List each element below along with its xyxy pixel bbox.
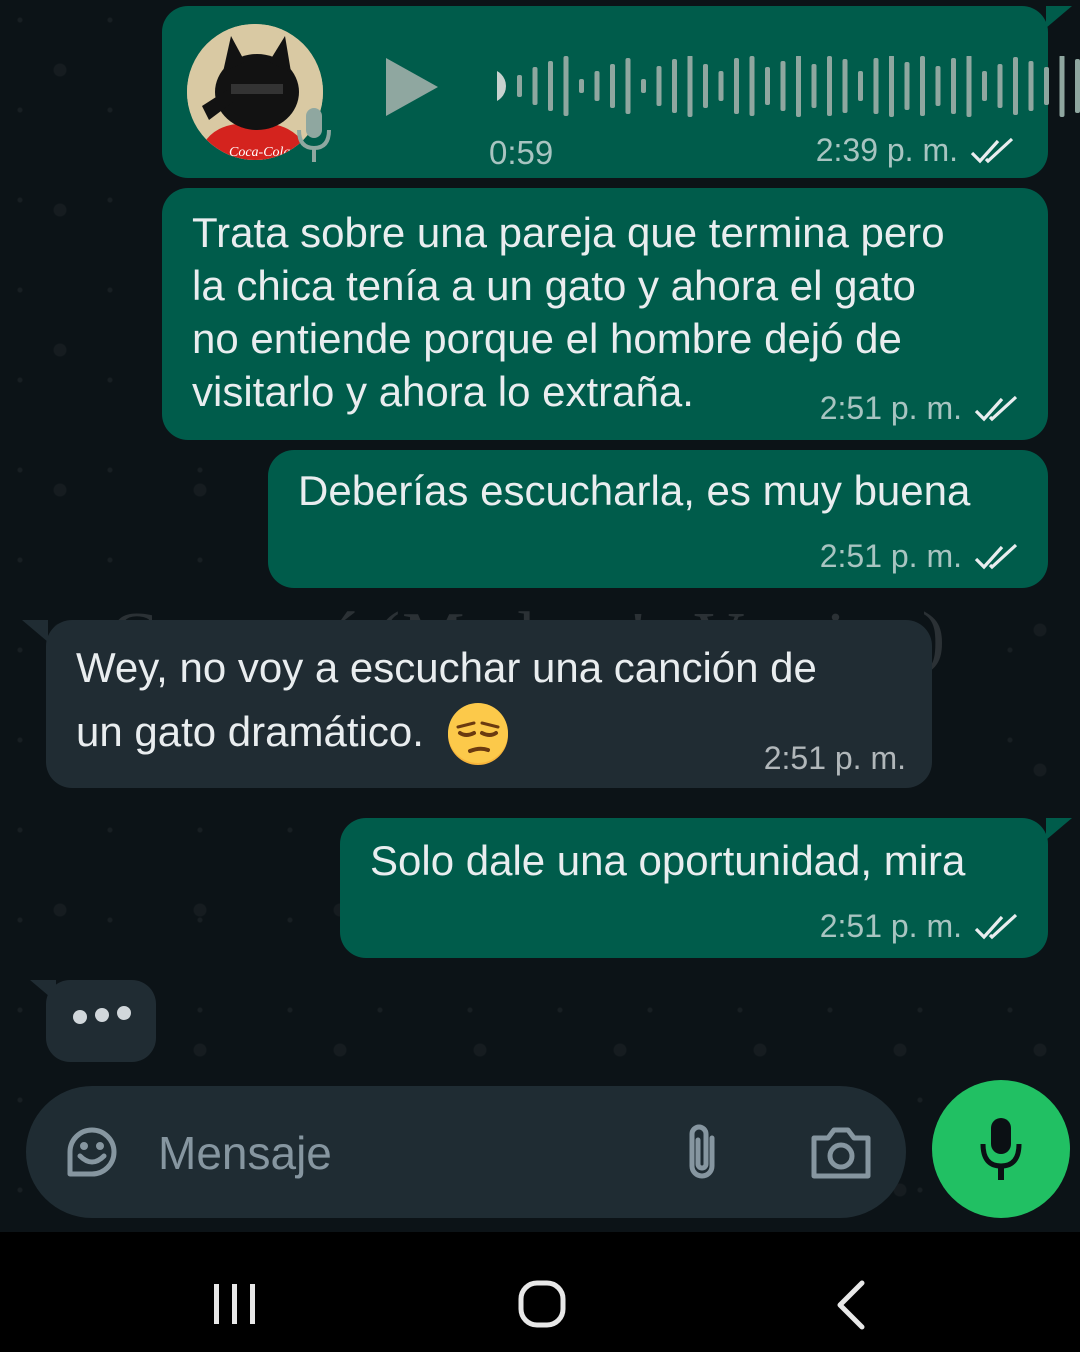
message-text: Trata sobre una pareja que termina pero … xyxy=(192,206,945,418)
voice-note-duration: 0:59 xyxy=(489,134,554,171)
waveform-bar xyxy=(904,62,910,110)
bubble-tail xyxy=(1046,6,1072,28)
waveform-bar xyxy=(1028,61,1034,111)
chat-background: Carmesí (Madero's Version) Coca-Cola xyxy=(0,0,1080,1232)
message-meta: 2:51 p. m. xyxy=(820,908,1020,945)
back-icon[interactable] xyxy=(834,1280,868,1330)
waveform-bar xyxy=(734,58,739,114)
message-time: 2:51 p. m. xyxy=(819,538,962,574)
waveform-bar xyxy=(1059,56,1065,117)
waveform-bar xyxy=(873,58,879,114)
message-text: Deberías escucharla, es muy buena xyxy=(298,467,971,514)
waveform-bar xyxy=(672,59,677,113)
waveform-bar xyxy=(718,71,724,101)
message-line: Trata sobre una pareja que termina pero xyxy=(192,209,945,256)
message-line: Wey, no voy a escuchar una canción de xyxy=(76,644,817,691)
sticker-icon[interactable] xyxy=(62,1122,122,1182)
text-message[interactable]: Trata sobre una pareja que termina pero … xyxy=(162,188,1048,440)
waveform-bar xyxy=(1013,57,1018,115)
waveform-bar xyxy=(889,56,894,117)
record-voice-button[interactable] xyxy=(932,1080,1070,1218)
camera-icon[interactable] xyxy=(808,1124,874,1180)
waveform-bar xyxy=(1075,59,1080,113)
play-icon[interactable] xyxy=(384,56,440,118)
waveform-bar xyxy=(548,61,553,111)
bubble-tail xyxy=(22,620,48,642)
text-message[interactable]: Deberías escucharla, es muy buena 2:51 p… xyxy=(268,450,1048,588)
message-meta: 2:51 p. m. xyxy=(820,538,1020,575)
waveform-bar xyxy=(935,66,941,106)
message-text: Solo dale una oportunidad, mira xyxy=(370,837,966,884)
home-icon[interactable] xyxy=(518,1280,566,1328)
waveform-bar xyxy=(966,56,972,117)
message-text: Wey, no voy a escuchar una canción de un… xyxy=(76,636,817,767)
bubble-tail xyxy=(30,980,56,1002)
message-line: la chica tenía a un gato y ahora el gato xyxy=(192,262,916,309)
system-navigation-bar xyxy=(0,1232,1080,1352)
message-line-with-emoji: un gato dramático. xyxy=(76,700,817,767)
waveform-bar xyxy=(780,61,786,111)
waveform-bar xyxy=(579,79,584,93)
waveform-bar xyxy=(997,64,1003,108)
incoming-text-message[interactable]: Wey, no voy a escuchar una canción de un… xyxy=(46,620,932,788)
message-meta: 2:51 p. m. xyxy=(820,390,1020,427)
double-check-icon xyxy=(974,395,1020,423)
message-time: 2:51 p. m. xyxy=(763,740,906,776)
message-time: 2:39 p. m. xyxy=(815,132,958,168)
message-time: 2:51 p. m. xyxy=(819,908,962,944)
waveform-bar xyxy=(982,71,987,101)
voice-waveform[interactable] xyxy=(497,56,1080,136)
microphone-icon xyxy=(297,108,331,162)
waveform-bar xyxy=(1044,67,1049,105)
waveform-bar xyxy=(563,56,569,116)
waveform-bar xyxy=(749,56,755,116)
waveform-bar xyxy=(811,64,817,108)
waveform-bar xyxy=(765,67,770,105)
message-input[interactable]: Mensaje xyxy=(158,1126,332,1180)
voice-note-message[interactable]: Coca-Cola 0:59 2:39 p. m. xyxy=(162,6,1080,178)
waveform-bar xyxy=(796,56,801,117)
waveform-bar xyxy=(951,58,956,114)
microphone-icon xyxy=(980,1118,1022,1180)
double-check-icon xyxy=(974,913,1020,941)
waveform-bar xyxy=(610,64,615,108)
waveform-bar xyxy=(594,71,600,101)
typing-dots-icon xyxy=(73,1006,131,1024)
waveform-bar xyxy=(703,64,708,108)
double-check-icon xyxy=(974,543,1020,571)
waveform-bar xyxy=(641,79,646,93)
message-composer[interactable]: Mensaje xyxy=(26,1086,906,1218)
waveform-bar xyxy=(827,56,832,116)
typing-indicator xyxy=(46,980,156,1062)
text-message[interactable]: Solo dale una oportunidad, mira 2:51 p. … xyxy=(340,818,1048,958)
unamused-face-emoji xyxy=(446,702,510,767)
message-line: un gato dramático. xyxy=(76,708,424,755)
message-time: 2:51 p. m. xyxy=(819,390,962,426)
waveform-bar xyxy=(517,75,522,97)
svg-text:Coca-Cola: Coca-Cola xyxy=(229,145,290,160)
waveform-bar xyxy=(858,71,863,101)
paperclip-icon[interactable] xyxy=(680,1120,724,1184)
waveform-bar xyxy=(532,67,538,105)
waveform-bar xyxy=(687,56,693,117)
double-check-icon xyxy=(970,137,1016,165)
waveform-bar xyxy=(842,59,848,113)
message-meta: 2:51 p. m. xyxy=(764,740,906,777)
message-meta: 2:39 p. m. xyxy=(816,132,1016,169)
waveform-bar xyxy=(656,66,662,106)
bubble-tail xyxy=(1046,818,1072,840)
waveform-bar xyxy=(920,56,925,116)
message-line: no entiende porque el hombre dejó de xyxy=(192,315,902,362)
recent-apps-icon[interactable] xyxy=(212,1282,258,1326)
waveform-bar xyxy=(625,58,631,114)
